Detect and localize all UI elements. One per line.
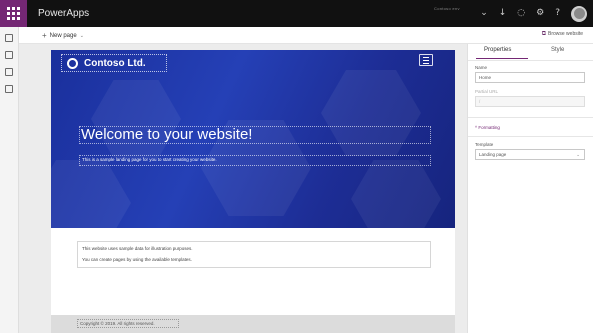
- browse-website-label: Browse website: [547, 31, 583, 37]
- welcome-heading-box[interactable]: Welcome to your website!: [79, 126, 431, 144]
- name-field[interactable]: Home: [475, 72, 585, 83]
- divider: [468, 136, 593, 137]
- avatar[interactable]: [571, 5, 587, 22]
- chevron-up-icon: ^: [475, 125, 478, 130]
- panel-tabs: Properties Style: [468, 44, 593, 60]
- browse-website-button[interactable]: ⧉ Browse website: [542, 31, 583, 38]
- template-value: Landing page: [479, 152, 507, 157]
- copyright-box[interactable]: Copyright © 2019. All rights reserved.: [77, 319, 179, 328]
- divider: [468, 60, 593, 61]
- content-line: This website uses sample data for illust…: [82, 246, 193, 251]
- copyright-text: Copyright © 2019. All rights reserved.: [80, 321, 155, 326]
- top-bar: PowerApps Contoso env ⌄ ↓ ◌ ⚙ ?: [0, 0, 593, 27]
- partial-url-value: /: [479, 99, 481, 104]
- waffle-icon[interactable]: [0, 0, 27, 27]
- template-label: Template: [475, 142, 494, 147]
- open-external-icon: ⧉: [541, 31, 546, 37]
- content-section[interactable]: This website uses sample data for illust…: [77, 241, 431, 268]
- welcome-subtext-box[interactable]: This is a sample landing page for you to…: [79, 155, 431, 166]
- site-logo[interactable]: Contoso Ltd.: [61, 54, 167, 72]
- hero-section[interactable]: Contoso Ltd. Welcome to your website! Th…: [51, 50, 455, 228]
- components-icon[interactable]: [5, 68, 13, 76]
- bell-icon[interactable]: ◌: [517, 9, 525, 18]
- welcome-heading: Welcome to your website!: [81, 126, 253, 143]
- new-page-button[interactable]: + New page ⌄: [42, 31, 84, 40]
- environment-label[interactable]: Contoso env: [434, 6, 460, 11]
- formatting-label: Formatting: [478, 125, 500, 130]
- content-line: You can create pages by using the availa…: [82, 257, 192, 262]
- site-header: Contoso Ltd.: [51, 50, 455, 76]
- tab-properties[interactable]: Properties: [484, 47, 511, 53]
- divider: [468, 117, 593, 118]
- logo-icon: [67, 57, 78, 69]
- site-footer: Copyright © 2019. All rights reserved.: [51, 315, 455, 333]
- command-bar: [19, 27, 593, 44]
- chevron-down-icon[interactable]: ⌄: [480, 9, 488, 18]
- hex-decoration: [51, 160, 131, 228]
- themes-icon[interactable]: [5, 85, 13, 93]
- new-page-label: New page: [49, 33, 77, 39]
- download-icon[interactable]: ↓: [499, 9, 507, 18]
- pages-icon[interactable]: [5, 51, 13, 59]
- home-icon[interactable]: [5, 34, 13, 42]
- top-icons: ⌄ ↓ ◌ ⚙ ?: [480, 4, 587, 23]
- partial-url-field: /: [475, 96, 585, 107]
- name-label: Name: [475, 65, 488, 70]
- hex-decoration: [351, 160, 441, 228]
- name-value: Home: [479, 75, 492, 80]
- app-title: PowerApps: [38, 8, 90, 19]
- left-nav: [0, 27, 19, 333]
- company-name: Contoso Ltd.: [84, 57, 146, 69]
- hex-decoration: [91, 80, 181, 158]
- hamburger-menu-icon[interactable]: [419, 54, 433, 66]
- gear-icon[interactable]: ⚙: [536, 9, 544, 18]
- properties-panel: Properties Style Name Home Partial URL /…: [467, 44, 593, 333]
- formatting-toggle[interactable]: ^ Formatting: [475, 125, 500, 130]
- website-preview: Contoso Ltd. Welcome to your website! Th…: [51, 50, 455, 333]
- chevron-down-icon: ⌄: [79, 33, 84, 39]
- plus-icon: +: [42, 31, 47, 40]
- help-icon[interactable]: ?: [555, 9, 560, 18]
- welcome-subtext: This is a sample landing page for you to…: [82, 157, 217, 162]
- active-tab-indicator: [476, 58, 528, 59]
- template-select[interactable]: Landing page ⌄: [475, 149, 585, 160]
- waffle-grid: [7, 7, 20, 20]
- partial-url-label: Partial URL: [475, 89, 499, 94]
- tab-style[interactable]: Style: [551, 47, 564, 53]
- chevron-down-icon: ⌄: [576, 152, 580, 157]
